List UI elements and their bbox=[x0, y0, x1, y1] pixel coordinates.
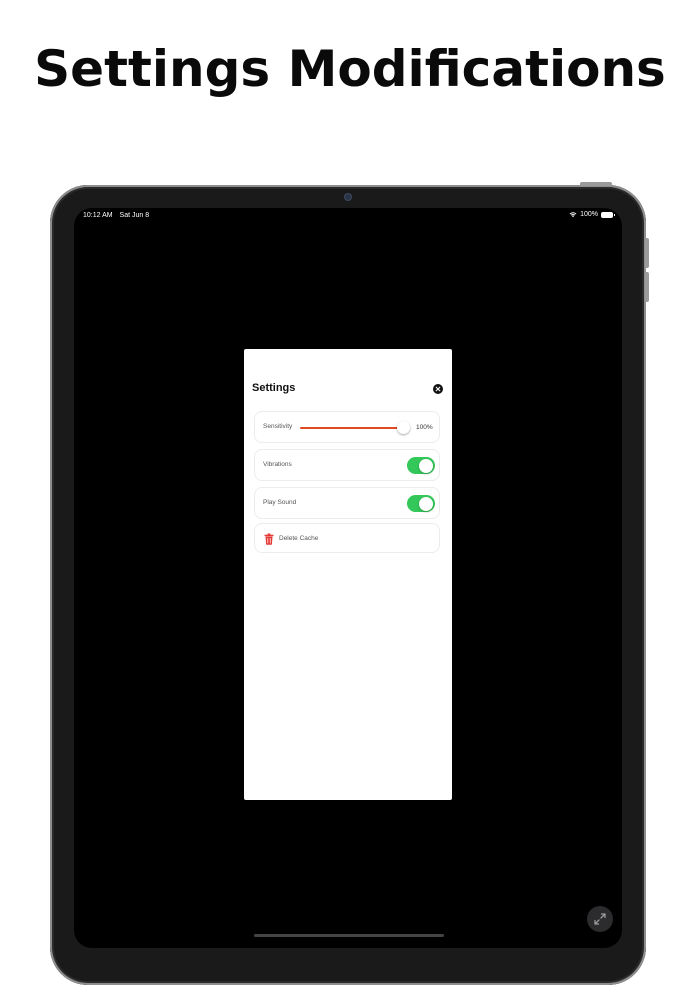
battery-percentage: 100% bbox=[580, 211, 598, 218]
delete-cache-button[interactable]: Delete Cache bbox=[254, 523, 440, 553]
vibrations-label: Vibrations bbox=[263, 461, 292, 468]
status-date: Sat Jun 8 bbox=[119, 212, 150, 219]
sensitivity-row: Sensitivity 100% bbox=[254, 411, 440, 443]
close-button[interactable] bbox=[433, 384, 443, 394]
play-sound-row: Play Sound bbox=[254, 487, 440, 519]
settings-title: Settings bbox=[252, 382, 296, 394]
delete-cache-label: Delete Cache bbox=[279, 535, 319, 542]
volume-down-button bbox=[645, 272, 649, 302]
settings-sheet: Settings Sensitivity 100% Vibrations Pla… bbox=[244, 349, 452, 800]
close-icon bbox=[435, 386, 441, 392]
sensitivity-slider-thumb[interactable] bbox=[397, 421, 410, 434]
play-sound-toggle-knob bbox=[419, 496, 433, 511]
expand-button[interactable] bbox=[587, 906, 613, 932]
home-indicator bbox=[254, 934, 444, 937]
vibrations-row: Vibrations bbox=[254, 449, 440, 481]
wifi-icon bbox=[569, 212, 577, 218]
vibrations-toggle-knob bbox=[419, 458, 433, 473]
status-bar-right: 100% bbox=[569, 211, 615, 218]
play-sound-toggle[interactable] bbox=[407, 495, 435, 512]
volume-up-button bbox=[645, 238, 649, 268]
battery-icon bbox=[601, 211, 615, 218]
expand-icon bbox=[594, 913, 606, 925]
front-camera bbox=[345, 194, 351, 200]
vibrations-toggle[interactable] bbox=[407, 457, 435, 474]
trash-icon bbox=[264, 533, 274, 545]
sensitivity-value: 100% bbox=[416, 424, 433, 431]
sensitivity-slider-track[interactable] bbox=[300, 427, 398, 429]
play-sound-label: Play Sound bbox=[263, 499, 297, 506]
status-time: 10:12 AM bbox=[83, 212, 113, 219]
headline: Settings Modifications bbox=[34, 40, 666, 98]
sensitivity-label: Sensitivity bbox=[263, 423, 293, 430]
top-button bbox=[580, 182, 612, 186]
status-bar-left: 10:12 AM Sat Jun 8 bbox=[83, 212, 154, 219]
device-screen: 10:12 AM Sat Jun 8 100% Settings Sensiti… bbox=[74, 208, 622, 948]
